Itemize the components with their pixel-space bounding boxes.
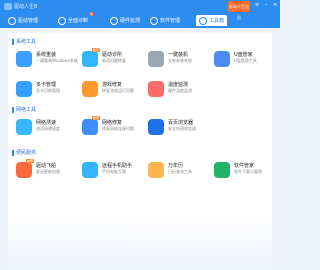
tool-name: U盘管家 [234,52,253,58]
tool-description: 手机电脑互联 [102,169,126,174]
toolbox-tab-icon [199,16,207,25]
tab-toolbox[interactable]: 工具箱 [196,15,228,26]
tool-description: 一键重装Windows系统 [36,58,78,63]
tool-item[interactable]: 网络修复 修复网络连接问题 推荐 [82,116,142,143]
tool-item[interactable]: 远程手机助手 手机电脑互联 [82,162,142,186]
tool-description: 安全快速浏览器 [168,126,196,131]
recommend-badge: 推荐 [26,159,35,163]
tab-hardware-monitor[interactable]: 硬件监测 [110,15,140,26]
browser-icon [148,119,164,135]
diagnosis-tab-icon [58,16,66,25]
bottom-fade-overlay [8,213,272,270]
recommend-badge: 推荐 [92,116,101,120]
section-system-tools: 系统工具 [12,38,36,45]
tool-item[interactable]: 网络测速 测试网络速度 [16,119,76,143]
tool-description: 日历查询工具 [168,169,192,174]
tool-item[interactable]: 百页浏览器 安全快速浏览器 [148,119,208,143]
netfix-icon [82,119,98,135]
game-icon [82,81,98,97]
tool-name: 温度监测 [168,82,189,88]
menu-icon[interactable]: ≡ [254,3,260,8]
tab-software-management[interactable]: 软件管理 [150,15,180,26]
tool-description: 驱动问题修复 [102,58,126,63]
tool-description: 软件下载与管理 [234,169,262,174]
tool-item[interactable]: 万年历 日历查询工具 [148,162,208,186]
clinic-icon [82,51,98,67]
temperature-icon [148,81,164,97]
tool-name: 百页浏览器 [168,120,194,126]
tool-name: 一键装机 [168,52,189,58]
tool-item[interactable]: 多卡管理 多卡切换管理 [16,81,76,105]
phone-icon [82,162,98,178]
section-network-tools: 网络工具 [12,106,36,113]
tool-name: 系统重装 [36,52,57,58]
multicard-icon [16,81,32,97]
tool-item[interactable]: 软件管家 软件下载与管理 [214,162,274,186]
close-icon[interactable]: × [272,3,278,8]
tool-item[interactable]: U盘管家 U盘管理工具 [214,51,274,75]
tool-item[interactable]: 驱动飞船 驱动更新加速 推荐 [16,159,76,186]
tool-name: 多卡管理 [36,82,57,88]
rocket-icon [16,162,32,178]
tool-description: 全新安装系统 [168,58,192,63]
tool-name: 万年历 [168,163,184,169]
tab-label: 驱动管理 [18,18,39,24]
section-convenience-services: 便民服务 [12,149,36,156]
tab-label: 软件管理 [160,18,181,24]
tool-name: 游戏修复 [102,82,123,88]
vip-promo-button[interactable]: 驱动人生会员 [228,1,250,20]
app-logo-icon [4,3,12,10]
title-bar: 驱动人生8 驱动人生会员 ≡ – × 驱动管理 全面诊断 新 硬件监测 软件管理… [0,0,280,28]
tool-name: 驱动诊所 [102,52,123,58]
tool-name: 网络测速 [36,120,57,126]
tab-driver-management[interactable]: 驱动管理 [8,15,38,26]
tab-label: 工具箱 [209,18,225,24]
tab-label: 全面诊断 [68,18,89,24]
tool-item[interactable]: 驱动诊所 驱动问题修复 推荐 [82,48,142,75]
tool-item[interactable]: 一键装机 全新安装系统 [148,51,208,75]
new-badge: 新 [89,12,95,16]
usb-icon [214,51,230,67]
tool-item[interactable]: 系统重装 一键重装Windows系统 [16,51,78,75]
tool-name: 驱动飞船 [36,163,57,169]
calendar-icon [148,162,164,178]
tool-description: 多卡切换管理 [36,88,60,93]
tool-name: 远程手机助手 [102,163,133,169]
software-tab-icon [150,16,158,25]
tool-description: 测试网络速度 [36,126,60,131]
tab-full-diagnosis[interactable]: 全面诊断 [58,15,88,26]
tool-name: 软件管家 [234,163,255,169]
minimize-icon[interactable]: – [263,3,269,8]
tool-description: U盘管理工具 [234,58,257,63]
window-title: 驱动人生8 [14,4,38,10]
tool-description: 硬件温度监测 [168,88,192,93]
tool-name: 网络修复 [102,120,123,126]
tool-description: 驱动更新加速 [36,169,60,174]
hardware-tab-icon [110,16,118,25]
tool-description: 修复游戏运行问题 [102,88,134,93]
tool-item[interactable]: 温度监测 硬件温度监测 [148,81,208,105]
softmgr-icon [214,162,230,178]
reinstall-icon [16,51,32,67]
recommend-badge: 推荐 [92,48,101,52]
install-icon [148,51,164,67]
tool-item[interactable]: 游戏修复 修复游戏运行问题 [82,81,142,105]
tool-description: 修复网络连接问题 [102,126,134,131]
speedtest-icon [16,119,32,135]
tab-label: 硬件监测 [120,18,141,24]
driver-tab-icon [8,16,16,25]
